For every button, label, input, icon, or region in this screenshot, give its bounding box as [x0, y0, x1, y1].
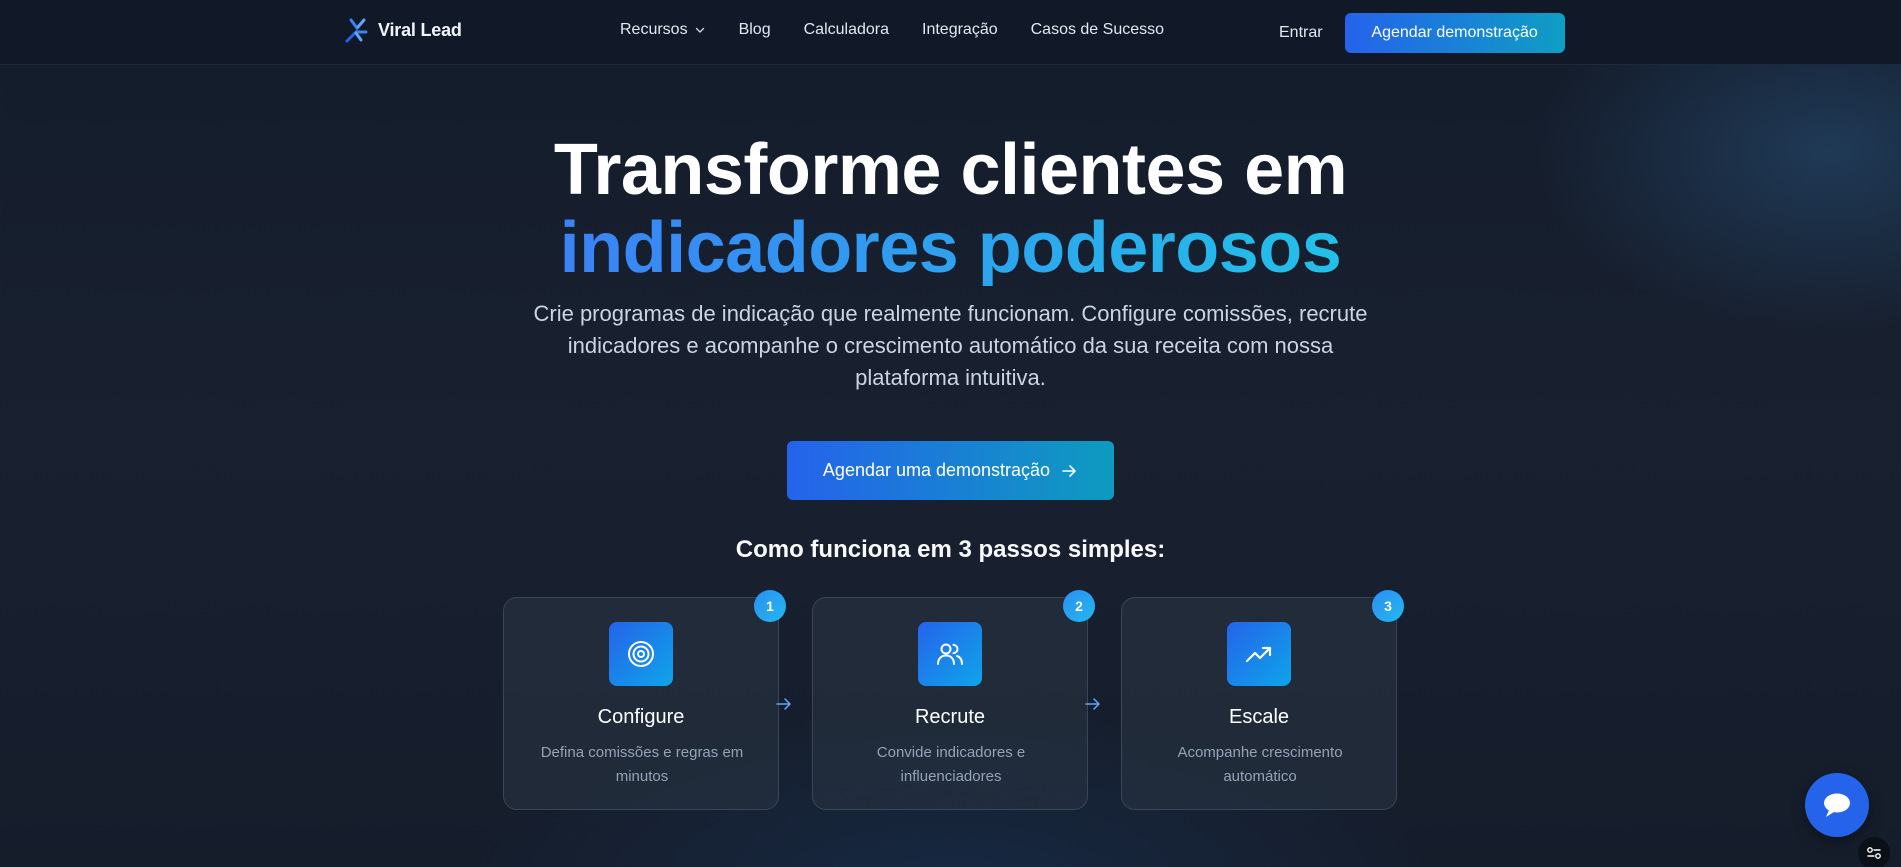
step-description: Acompanhe crescimento automático [1177, 744, 1343, 785]
top-navbar: Viral Lead Recursos Blog Calculadora Int… [0, 0, 1901, 65]
step-icon-box [918, 622, 982, 686]
nav-link-blog[interactable]: Blog [739, 21, 771, 39]
cta-label: Agendar uma demonstração [822, 460, 1051, 480]
step-icon-box [1227, 622, 1291, 686]
cookie-settings-icon [1867, 847, 1881, 859]
step-description: Defina comissões e regras em minutos [540, 744, 744, 785]
step-description: Convide indicadores e influenciadores [876, 744, 1026, 785]
step-card-recrute: Recrute Convide indicadores e influencia… [812, 590, 1095, 810]
hero-title: Transforme clientes em indicadores poder… [0, 130, 1901, 286]
hero-title-line1: Transforme clientes em [553, 130, 1348, 210]
logo-text: Viral Lead [378, 19, 462, 40]
nav-link-calculadora[interactable]: Calculadora [804, 21, 889, 39]
nav-links: Recursos Blog Calculadora Integração Cas… [620, 21, 1197, 39]
nav-link-casos-de-sucesso[interactable]: Casos de Sucesso [1031, 21, 1164, 39]
arrow-right-icon [776, 698, 791, 710]
step-title: Configure [597, 706, 685, 728]
nav-link-recursos[interactable]: Recursos [620, 21, 706, 39]
viral-lead-logo-icon [345, 18, 368, 43]
nav-link-label: Recursos [620, 21, 688, 38]
step-icon-box [609, 622, 673, 686]
step-number-badge: 3 [1372, 590, 1404, 622]
step-title: Recrute [914, 706, 986, 728]
nav-actions: Entrar Agendar demonstração [1279, 13, 1565, 53]
hero-subtitle: Crie programas de indicação que realment… [533, 301, 1368, 390]
logo[interactable]: Viral Lead [342, 15, 462, 45]
arrow-right-icon [1085, 698, 1100, 710]
step-number-badge: 1 [754, 590, 786, 622]
login-link[interactable]: Entrar [1279, 24, 1323, 42]
step-number-badge: 2 [1063, 590, 1095, 622]
chevron-down-icon [695, 27, 704, 33]
schedule-demo-cta-button[interactable]: Agendar uma demonstração [787, 441, 1114, 500]
hero-title-line2: indicadores poderosos [559, 208, 1342, 288]
steps-heading: Como funciona em 3 passos simples: [735, 536, 1166, 563]
chat-widget-button[interactable] [1805, 773, 1869, 837]
step-title: Escale [1228, 706, 1290, 728]
trending-up-icon [1245, 646, 1272, 663]
chat-bubble-icon [1824, 793, 1850, 817]
schedule-demo-button[interactable]: Agendar demonstração [1344, 13, 1565, 53]
arrow-right-icon [1062, 464, 1076, 477]
cookie-settings-button[interactable] [1858, 837, 1890, 867]
step-card-escale: Escale Acompanhe crescimento automático … [1121, 590, 1404, 810]
step-card-configure: Configure Defina comissões e regras em m… [503, 590, 786, 810]
nav-link-integracao[interactable]: Integração [922, 21, 998, 39]
target-icon [628, 641, 654, 667]
users-icon [937, 643, 963, 665]
